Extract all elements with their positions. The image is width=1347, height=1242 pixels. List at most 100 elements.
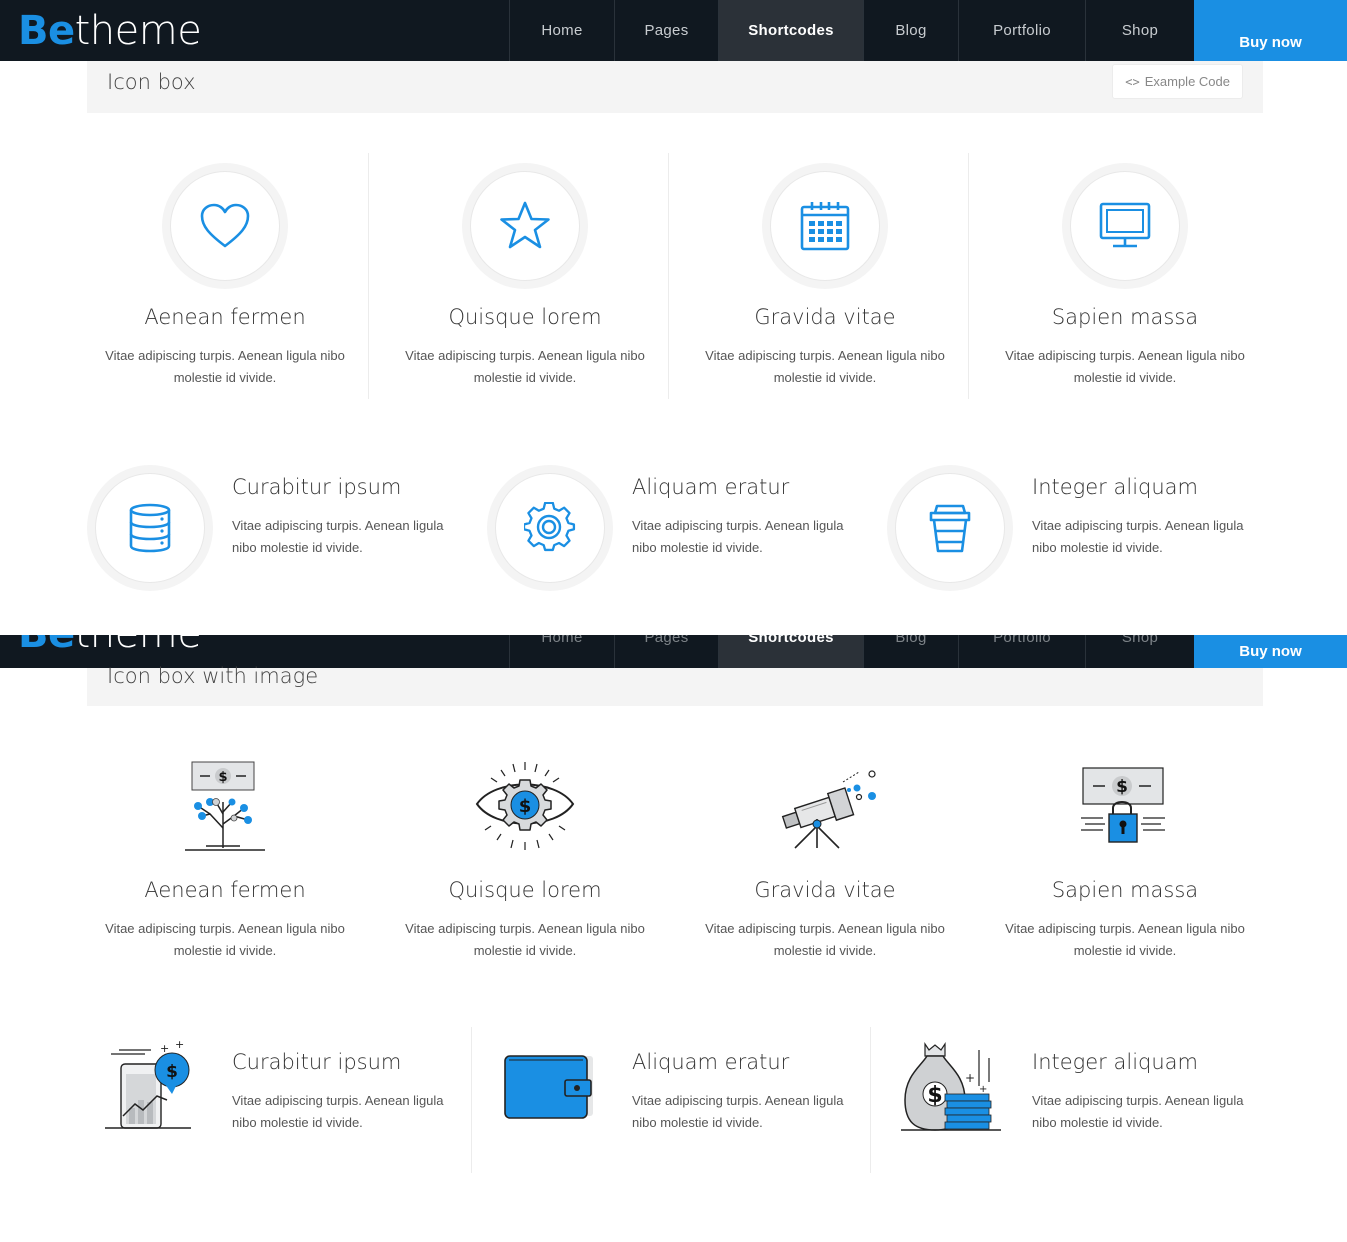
dollar-sign: $ <box>927 1083 942 1108</box>
wallet-icon <box>504 1055 593 1119</box>
code-icon: <> <box>1125 74 1140 89</box>
icon-box-item: Curabitur ipsum Vitae adipiscing turpis.… <box>87 465 467 595</box>
icon-box-title: Curabitur ipsum <box>232 1050 402 1074</box>
nav-item-pages[interactable]: Pages <box>614 635 718 668</box>
heart-icon <box>200 203 250 248</box>
money-bag-coins-icon: $ + + <box>901 1042 1001 1131</box>
icon-box-text: Vitae adipiscing turpis. Aenean ligula n… <box>105 921 345 958</box>
icon-box-text: Vitae adipiscing turpis. Aenean ligula n… <box>405 921 645 958</box>
icon-box-item: $ Quisque lorem Vitae adipiscing turpis.… <box>375 756 675 966</box>
buy-now-button[interactable]: Buy now <box>1194 635 1347 668</box>
dollar-sign: $ <box>218 770 227 785</box>
section-header-icon-box: Icon box <> Example Code <box>87 61 1263 113</box>
icon-box-text: Vitae adipiscing turpis. Aenean ligula n… <box>1005 348 1245 385</box>
main-nav: Home Pages Shortcodes Blog Portfolio Sho… <box>509 635 1194 668</box>
site-logo[interactable]: Betheme <box>18 8 202 54</box>
gear-icon <box>524 502 576 552</box>
star-icon <box>500 201 550 249</box>
buy-now-button[interactable]: Buy now <box>1194 0 1347 61</box>
site-logo[interactable]: Betheme <box>18 635 202 657</box>
icon-box-title: Aenean fermen <box>144 305 306 329</box>
nav-item-pages[interactable]: Pages <box>614 0 718 61</box>
money-tree-icon: $ <box>185 761 265 851</box>
icon-box-item: $ Sapien massa Vitae adipiscing turpis. … <box>975 756 1275 966</box>
icon-box-title: Aliquam eratur <box>632 1050 790 1074</box>
dollar-sign: $ <box>1116 777 1128 797</box>
icon-box-text: Vitae adipiscing turpis. Aenean ligula n… <box>105 348 345 385</box>
icon-box-title: Quisque lorem <box>448 878 602 902</box>
icon-box-text: Vitae adipiscing turpis. Aenean ligula n… <box>232 1093 444 1130</box>
icon-circle <box>887 465 1013 591</box>
nav-item-blog[interactable]: Blog <box>863 0 958 61</box>
main-nav: Home Pages Shortcodes Blog Portfolio Sho… <box>509 0 1194 61</box>
svg-text:+: + <box>175 1040 184 1051</box>
icon-circle <box>162 163 288 289</box>
nav-item-shop[interactable]: Shop <box>1085 0 1194 61</box>
telescope-icon <box>781 770 876 849</box>
nav-item-home[interactable]: Home <box>509 0 614 61</box>
icon-box-item: Aliquam eratur Vitae adipiscing turpis. … <box>487 1040 867 1170</box>
dollar-sign: $ <box>519 796 532 817</box>
icon-box-title: Aenean fermen <box>144 878 306 902</box>
icon-box-text: Vitae adipiscing turpis. Aenean ligula n… <box>405 348 645 385</box>
nav-item-portfolio[interactable]: Portfolio <box>958 635 1085 668</box>
icon-box-item: Gravida vitae Vitae adipiscing turpis. A… <box>675 756 975 966</box>
icon-circle <box>1062 163 1188 289</box>
icon-circle <box>762 163 888 289</box>
icon-box-item: Integer aliquam Vitae adipiscing turpis.… <box>887 465 1267 595</box>
icon-box-title: Curabitur ipsum <box>232 475 402 499</box>
icon-box-item: + + $ Curabitur ipsum Vitae adipiscing t… <box>87 1040 467 1170</box>
icon-box-text: Vitae adipiscing turpis. Aenean ligula n… <box>1005 921 1245 958</box>
nav-item-blog[interactable]: Blog <box>863 635 958 668</box>
icon-box-item: Aenean fermen Vitae adipiscing turpis. A… <box>75 153 375 403</box>
icon-box-item: $ + + Integer aliquam Vitae adipiscing t… <box>887 1040 1267 1170</box>
example-code-label: Example Code <box>1144 74 1230 89</box>
icon-box-title: Integer aliquam <box>1032 475 1198 499</box>
icon-box-title: Quisque lorem <box>448 305 602 329</box>
icon-box-item: Sapien massa Vitae adipiscing turpis. Ae… <box>975 153 1275 403</box>
section-title: Icon box <box>107 70 196 94</box>
svg-text:+: + <box>979 1084 987 1095</box>
icon-box-text: Vitae adipiscing turpis. Aenean ligula n… <box>632 518 844 555</box>
money-lock-icon: $ <box>1081 767 1165 843</box>
icon-box-text: Vitae adipiscing turpis. Aenean ligula n… <box>632 1093 844 1130</box>
icon-box-text: Vitae adipiscing turpis. Aenean ligula n… <box>705 348 945 385</box>
column-divider <box>870 1027 871 1173</box>
calendar-icon <box>800 202 850 251</box>
icon-box-item: $ Aenean fermen Vitae adipiscing turpis.… <box>75 756 375 966</box>
svg-text:+: + <box>965 1071 975 1085</box>
icon-box-item: Quisque lorem Vitae adipiscing turpis. A… <box>375 153 675 403</box>
icon-box-text: Vitae adipiscing turpis. Aenean ligula n… <box>232 518 444 555</box>
nav-item-shop[interactable]: Shop <box>1085 635 1194 668</box>
icon-box-text: Vitae adipiscing turpis. Aenean ligula n… <box>1032 518 1244 555</box>
money-eye-gear-icon: $ <box>475 762 575 850</box>
icon-box-title: Aliquam eratur <box>632 475 790 499</box>
icon-box-item: Gravida vitae Vitae adipiscing turpis. A… <box>675 153 975 403</box>
icon-box-title: Gravida vitae <box>754 305 896 329</box>
icon-box-text: Vitae adipiscing turpis. Aenean ligula n… <box>705 921 945 958</box>
column-divider <box>471 1027 472 1173</box>
icon-circle <box>462 163 588 289</box>
icon-box-section: Aenean fermen Vitae adipiscing turpis. A… <box>0 113 1347 635</box>
nav-item-home[interactable]: Home <box>509 635 614 668</box>
icon-box-title: Sapien massa <box>1051 878 1199 902</box>
top-navbar: Betheme Home Pages Shortcodes Blog Portf… <box>0 0 1347 61</box>
example-code-button[interactable]: <> Example Code <box>1112 64 1243 99</box>
icon-box-item: Aliquam eratur Vitae adipiscing turpis. … <box>487 465 867 595</box>
icon-circle <box>487 465 613 591</box>
nav-item-shortcodes[interactable]: Shortcodes <box>718 635 863 668</box>
nav-item-shortcodes[interactable]: Shortcodes <box>718 0 863 61</box>
icon-circle <box>87 465 213 591</box>
icon-box-title: Sapien massa <box>1051 305 1199 329</box>
monitor-icon <box>1099 202 1151 248</box>
icon-box-title: Gravida vitae <box>754 878 896 902</box>
section-header-icon-box-with-image: Icon box with image <box>87 664 1263 706</box>
database-icon <box>129 503 171 553</box>
icon-box-title: Integer aliquam <box>1032 1050 1198 1074</box>
nav-item-portfolio[interactable]: Portfolio <box>958 0 1085 61</box>
section-title: Icon box with image <box>107 664 319 688</box>
coffee-cup-icon <box>929 504 971 553</box>
mobile-growth-chart-icon: + + $ <box>105 1040 191 1129</box>
icon-box-text: Vitae adipiscing turpis. Aenean ligula n… <box>1032 1093 1244 1130</box>
dollar-sign: $ <box>166 1062 178 1082</box>
